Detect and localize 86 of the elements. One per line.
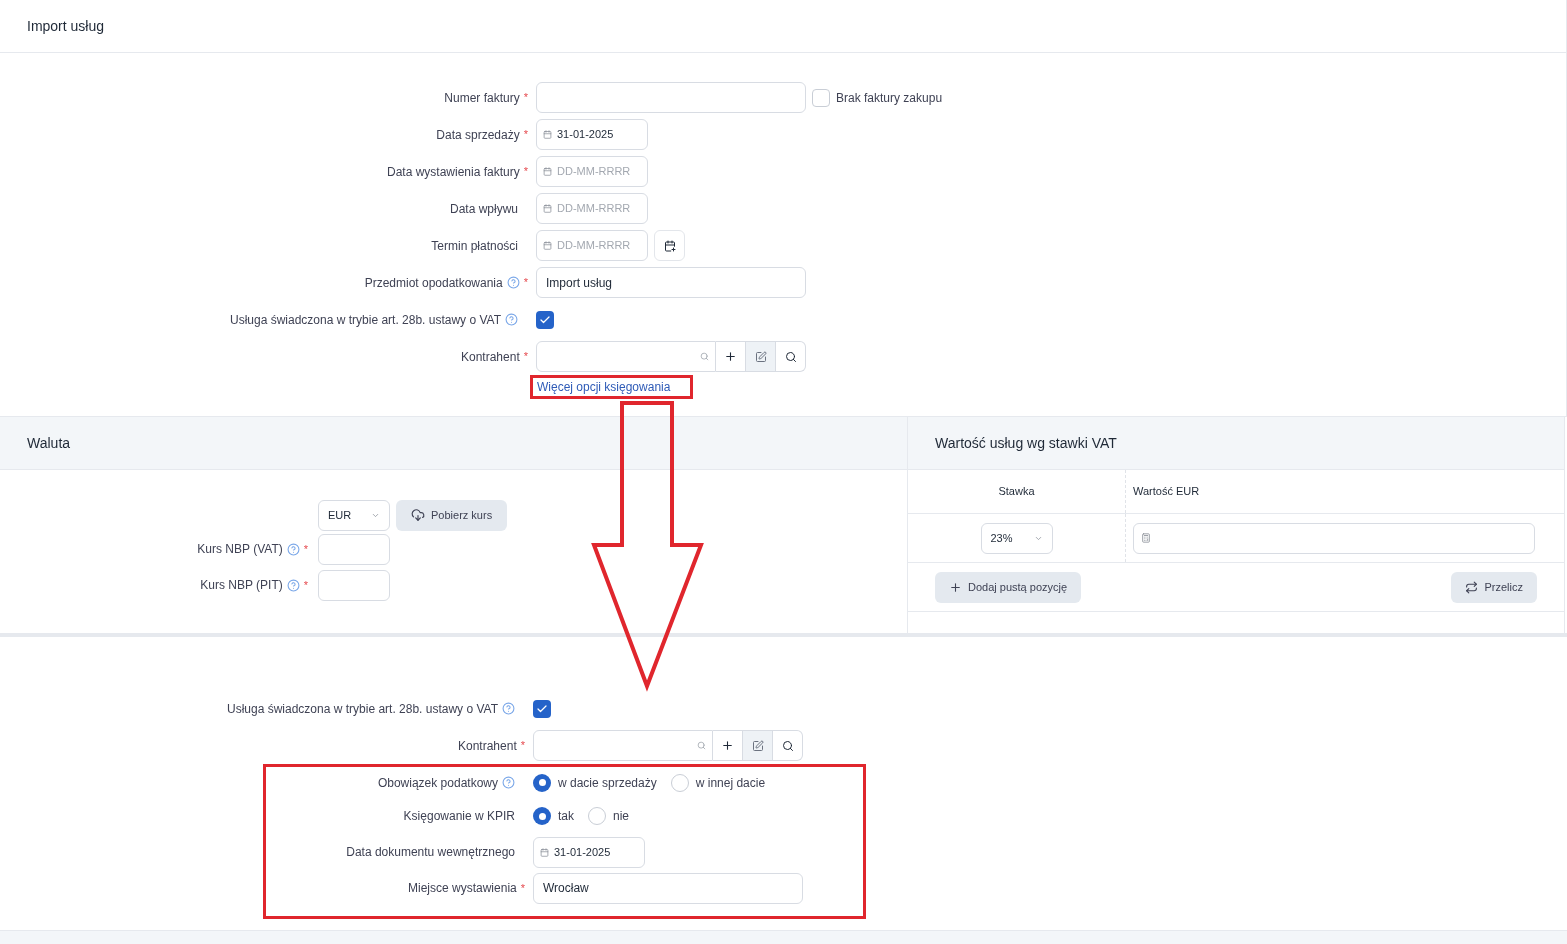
search-icon: [784, 350, 797, 363]
text-field[interactable]: [536, 82, 806, 113]
rate-field[interactable]: [318, 569, 390, 601]
amount-field[interactable]: [1133, 522, 1535, 554]
panel-title: Wartość usług wg stawki VAT: [935, 433, 1117, 453]
required-asterisk: *: [523, 349, 528, 365]
rate-field[interactable]: [318, 533, 390, 565]
search-icon: [700, 352, 709, 361]
field-label: Data dokumentu wewnętrznego: [346, 844, 515, 861]
help-icon[interactable]: [286, 542, 300, 556]
rate-select[interactable]: 23%: [980, 522, 1053, 554]
radio-button[interactable]: [533, 773, 551, 792]
search-icon: [697, 741, 706, 750]
edit-icon: [754, 350, 767, 363]
calendar-icon: [543, 167, 552, 176]
edit-button[interactable]: [743, 730, 773, 761]
required-asterisk: *: [523, 127, 528, 143]
help-icon[interactable]: [505, 313, 518, 326]
checkbox[interactable]: [533, 699, 551, 718]
plus-icon: [721, 739, 734, 752]
fetch-rate-button[interactable]: Pobierz kurs: [396, 499, 508, 531]
help-icon[interactable]: [286, 578, 300, 592]
currency-select[interactable]: EUR: [318, 499, 390, 531]
field-label: Data sprzedaży: [436, 126, 520, 144]
required-asterisk: *: [303, 577, 308, 593]
help-icon[interactable]: [502, 776, 515, 789]
recalculate-button[interactable]: Przelicz: [1451, 571, 1537, 603]
field-label: Data wpływu: [449, 200, 518, 218]
search-button[interactable]: [776, 341, 806, 372]
edit-button[interactable]: [746, 341, 776, 372]
plus-icon: [724, 350, 737, 363]
page-title: Import usług: [27, 16, 105, 36]
column-header: Stawka: [998, 484, 1035, 500]
checkbox[interactable]: [812, 88, 830, 107]
radio-label: tak: [558, 808, 574, 825]
text-field[interactable]: Import usług: [536, 267, 806, 298]
radio-button[interactable]: [670, 773, 689, 792]
calendar-icon: [543, 204, 552, 213]
required-asterisk: *: [523, 90, 528, 106]
field-label: Kontrahent: [458, 737, 517, 755]
date-field[interactable]: 31-01-2025: [533, 836, 645, 868]
required-asterisk: *: [303, 541, 308, 557]
cloud-download-icon: [411, 508, 425, 522]
field-label: Numer faktury: [444, 89, 520, 107]
field-label: Przedmiot opodatkowania: [364, 274, 503, 292]
radio-button[interactable]: [588, 807, 606, 825]
field-label: Miejsce wystawienia: [408, 880, 517, 897]
field-label: Kurs NBP (VAT): [197, 541, 283, 558]
calendar-icon: [543, 130, 552, 139]
calendar-button[interactable]: [654, 230, 685, 261]
radio-label: nie: [613, 808, 630, 825]
required-asterisk: *: [523, 164, 528, 180]
search-icon: [781, 739, 794, 752]
calendar-icon: [543, 241, 552, 250]
calculator-icon: [1141, 533, 1151, 543]
field-label: Kontrahent: [461, 348, 520, 366]
field-label: Kurs NBP (PIT): [200, 577, 283, 594]
radio-label: w innej dacie: [695, 774, 766, 792]
field-label: Usługa świadczona w trybie art. 28b. ustawy o VAT: [227, 700, 498, 718]
search-field[interactable]: [533, 730, 713, 761]
help-icon[interactable]: [506, 276, 520, 289]
required-asterisk: *: [523, 275, 528, 291]
plus-icon: [949, 580, 962, 594]
calendar-plus-icon: [663, 239, 676, 252]
text-field[interactable]: Wrocław: [533, 872, 803, 904]
checkbox-label: Brak faktury zakupu: [836, 89, 943, 107]
search-field[interactable]: [536, 341, 716, 372]
field-label: Księgowanie w KPIR: [403, 808, 515, 825]
search-button[interactable]: [773, 730, 803, 761]
add-row-button[interactable]: Dodaj pustą pozycję: [935, 571, 1082, 603]
date-field[interactable]: 31-01-2025: [536, 119, 648, 150]
help-icon[interactable]: [502, 702, 515, 715]
radio-button[interactable]: [533, 807, 551, 825]
required-asterisk: *: [520, 738, 525, 754]
panel-title: Waluta: [27, 433, 71, 453]
field-label: Obowiązek podatkowy: [377, 774, 498, 792]
edit-icon: [751, 739, 764, 752]
calendar-icon: [540, 847, 549, 857]
field-label: Data wystawienia faktury: [387, 163, 520, 181]
required-asterisk: *: [520, 880, 525, 896]
column-header: Wartość EUR: [1133, 484, 1200, 500]
repeat-icon: [1465, 580, 1479, 594]
checkbox[interactable]: [536, 310, 554, 329]
radio-label: w dacie sprzedaży: [558, 774, 657, 792]
field-label: Usługa świadczona w trybie art. 28b. ustawy o VAT: [230, 311, 501, 329]
field-label: Termin płatności: [431, 237, 518, 255]
